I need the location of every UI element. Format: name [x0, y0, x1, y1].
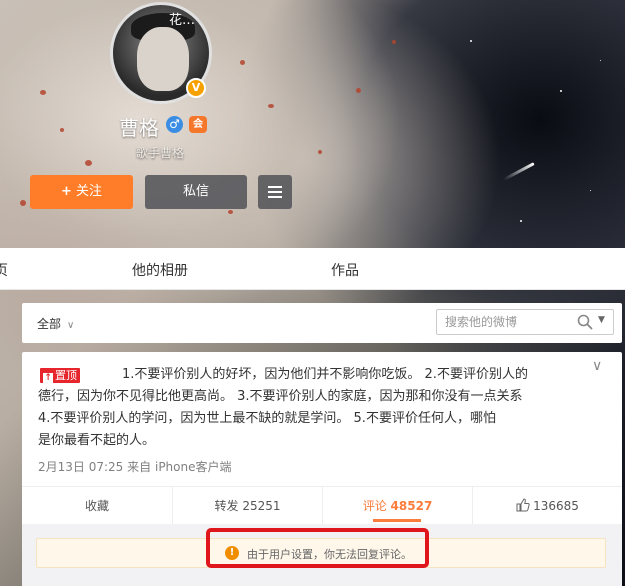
feed-filter-bar: 全部 ∨ ▼: [22, 303, 622, 343]
post-line: 是你最看不起的人。: [38, 433, 156, 448]
comment-label: 评论: [362, 499, 387, 513]
profile-tab-bar: 页 他的相册 作品: [0, 248, 625, 290]
like-count: 136685: [533, 499, 579, 513]
post-source[interactable]: iPhone客户端: [155, 460, 232, 474]
tab-album[interactable]: 他的相册: [132, 260, 188, 280]
comment-active-indicator: [373, 519, 421, 522]
follow-button[interactable]: + 关注: [30, 175, 133, 209]
pinned-badge: ↑ 置顶: [40, 368, 80, 384]
more-menu-button[interactable]: [258, 175, 292, 209]
forward-count: 25251: [242, 499, 281, 513]
pin-icon: ↑: [43, 373, 53, 384]
search-icon[interactable]: [577, 314, 593, 330]
hamburger-icon: [268, 186, 282, 198]
plus-icon: +: [61, 184, 72, 199]
verified-icon: V: [186, 78, 206, 98]
avatar-face: [137, 27, 189, 91]
message-button-label: 私信: [182, 184, 209, 199]
profile-name: 曹格: [119, 116, 159, 140]
comment-count: 48527: [390, 499, 433, 513]
favorite-button[interactable]: 收藏: [22, 487, 172, 525]
avatar-watermark: 花…: [169, 13, 196, 28]
post-text: 1.不要评价别人的好坏，因为他们并不影响你吃饭。 2.不要评价别人的 德行，因为…: [38, 364, 606, 452]
tab-works[interactable]: 作品: [331, 260, 359, 280]
search-dropdown-icon[interactable]: ▼: [598, 315, 605, 325]
post-line: 德行，因为你不见得比他更高尚。 3.不要评价别人的家庭，因为那和你没有一点关系: [38, 389, 523, 404]
filter-all-dropdown[interactable]: 全部 ∨: [37, 315, 74, 332]
filter-all-label: 全部: [37, 317, 62, 331]
post-line: 1.不要评价别人的好坏，因为他们并不影响你吃饭。 2.不要评价别人的: [122, 367, 528, 382]
post-source-prefix: 来自: [127, 460, 152, 474]
favorite-label: 收藏: [84, 499, 109, 513]
post-action-bar: 收藏 转发 25251 评论 48527 136685: [22, 486, 622, 525]
post-meta: 2月13日 07:25 来自 iPhone客户端: [38, 458, 232, 475]
member-badge-icon[interactable]: 会: [189, 116, 207, 133]
like-button[interactable]: 136685: [472, 487, 622, 525]
profile-bio: 歌手曹格: [136, 146, 185, 160]
post-timestamp[interactable]: 2月13日 07:25: [38, 460, 123, 474]
message-button[interactable]: 私信: [145, 175, 247, 209]
chevron-down-icon: ∨: [67, 320, 75, 331]
search-input[interactable]: [445, 313, 573, 331]
thumb-up-icon: [516, 498, 530, 512]
male-icon: ♂: [166, 116, 183, 133]
chevron-down-icon[interactable]: ∨: [592, 358, 602, 374]
post-line: 4.不要评价别人的学问，因为世上最不缺的就是学问。 5.不要评价任何人，哪怕: [38, 411, 496, 426]
tab-home[interactable]: 页: [0, 260, 8, 280]
follow-button-label: 关注: [75, 184, 102, 199]
forward-button[interactable]: 转发 25251: [172, 487, 322, 525]
highlight-annotation-box: [206, 528, 429, 568]
forward-label: 转发: [214, 499, 239, 513]
search-box: ▼: [436, 309, 614, 335]
pinned-badge-label: 置顶: [55, 369, 77, 382]
